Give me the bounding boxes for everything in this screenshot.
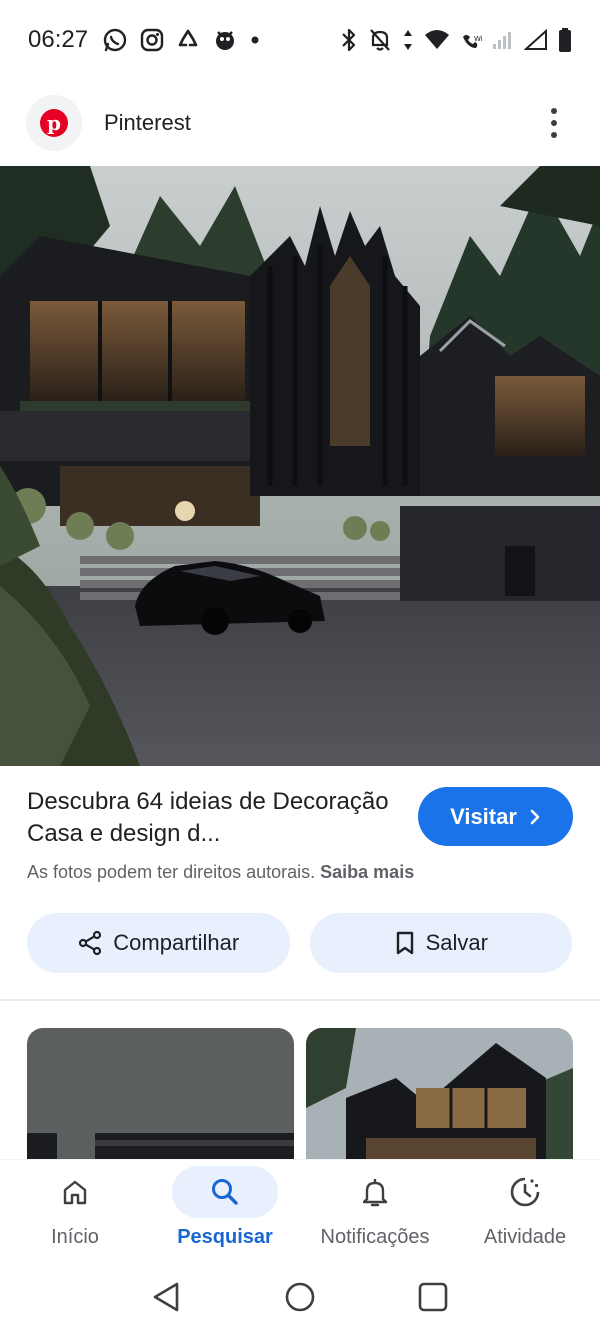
hero-image[interactable] bbox=[0, 166, 600, 766]
back-button[interactable] bbox=[150, 1280, 184, 1314]
battery-icon bbox=[558, 27, 572, 53]
related-card[interactable] bbox=[306, 1028, 573, 1160]
home-circle-icon bbox=[285, 1282, 315, 1311]
copyright-notice: As fotos podem ter direitos autorais. Sa… bbox=[27, 862, 414, 883]
recycle-icon bbox=[176, 28, 200, 52]
bluetooth-icon bbox=[340, 27, 358, 53]
related-photo-icon bbox=[27, 1028, 294, 1160]
related-results bbox=[0, 1028, 600, 1160]
share-label: Compartilhar bbox=[113, 930, 240, 955]
svg-text:Wi: Wi bbox=[474, 35, 482, 43]
nav-icon-container bbox=[322, 1166, 428, 1218]
back-triangle-icon bbox=[153, 1282, 178, 1311]
nav-icon-container bbox=[22, 1166, 128, 1218]
house-photo-icon bbox=[0, 166, 600, 766]
save-button[interactable]: Salvar bbox=[309, 913, 572, 973]
more-dot-icon bbox=[551, 108, 557, 114]
save-label: Salvar bbox=[425, 930, 488, 955]
nav-notifications-label: Notificações bbox=[320, 1226, 430, 1248]
nav-home-label: Início bbox=[51, 1226, 99, 1248]
more-options-button[interactable] bbox=[534, 103, 574, 143]
nav-icon-container bbox=[472, 1166, 578, 1218]
chevron-right-icon bbox=[530, 809, 540, 824]
more-dot-icon bbox=[551, 120, 557, 126]
result-title[interactable]: Descubra 64 ideias de Decoração Casa e d… bbox=[27, 786, 397, 850]
nav-search[interactable]: Pesquisar bbox=[150, 1160, 300, 1260]
bookmark-icon bbox=[396, 931, 413, 955]
action-row: Compartilhar Salvar bbox=[27, 913, 572, 973]
system-icons: Wi bbox=[340, 27, 572, 53]
nav-activity[interactable]: Atividade bbox=[450, 1160, 600, 1260]
instagram-icon bbox=[140, 28, 164, 52]
search-icon bbox=[212, 1179, 238, 1205]
learn-more-link[interactable]: Saiba mais bbox=[320, 862, 414, 882]
nav-notifications[interactable]: Notificações bbox=[300, 1160, 450, 1260]
home-system-button[interactable] bbox=[283, 1280, 317, 1314]
whatsapp-icon bbox=[102, 27, 128, 53]
pinterest-logo-icon: p bbox=[40, 109, 68, 137]
status-time: 06:27 bbox=[28, 26, 89, 53]
recents-button[interactable] bbox=[416, 1280, 450, 1314]
data-icon bbox=[402, 27, 414, 53]
nav-search-label: Pesquisar bbox=[177, 1226, 273, 1248]
share-icon bbox=[79, 930, 102, 956]
recents-square-icon bbox=[419, 1282, 448, 1311]
visit-label: Visitar bbox=[450, 803, 517, 829]
bottom-navigation: Início Pesquisar Notificações Atividade bbox=[0, 1160, 600, 1260]
home-icon bbox=[63, 1180, 87, 1205]
activity-icon bbox=[510, 1177, 540, 1207]
more-dot-icon bbox=[551, 132, 557, 138]
copyright-text: As fotos podem ter direitos autorais. bbox=[27, 862, 316, 882]
bug-icon bbox=[212, 27, 238, 53]
dot-icon bbox=[250, 35, 260, 45]
related-card[interactable] bbox=[27, 1028, 294, 1160]
bell-off-icon bbox=[368, 27, 392, 53]
source-name[interactable]: Pinterest bbox=[104, 110, 191, 136]
nav-home[interactable]: Início bbox=[0, 1160, 150, 1260]
wifi-icon bbox=[424, 29, 450, 51]
signal-icon bbox=[492, 30, 514, 50]
bell-icon bbox=[362, 1179, 388, 1207]
source-avatar[interactable]: p bbox=[26, 95, 82, 151]
source-header[interactable]: p Pinterest bbox=[0, 92, 600, 154]
nav-icon-container bbox=[172, 1166, 278, 1218]
notification-icons bbox=[102, 27, 260, 53]
wifi-call-icon: Wi bbox=[460, 29, 482, 51]
system-navigation bbox=[0, 1260, 600, 1333]
visit-button[interactable]: Visitar bbox=[418, 787, 573, 846]
related-photo-icon bbox=[306, 1028, 573, 1160]
section-divider bbox=[0, 999, 600, 1001]
signal-empty-icon bbox=[524, 29, 548, 51]
status-bar: 06:27 Wi bbox=[0, 0, 600, 80]
share-button[interactable]: Compartilhar bbox=[27, 913, 290, 973]
nav-activity-label: Atividade bbox=[483, 1226, 567, 1248]
